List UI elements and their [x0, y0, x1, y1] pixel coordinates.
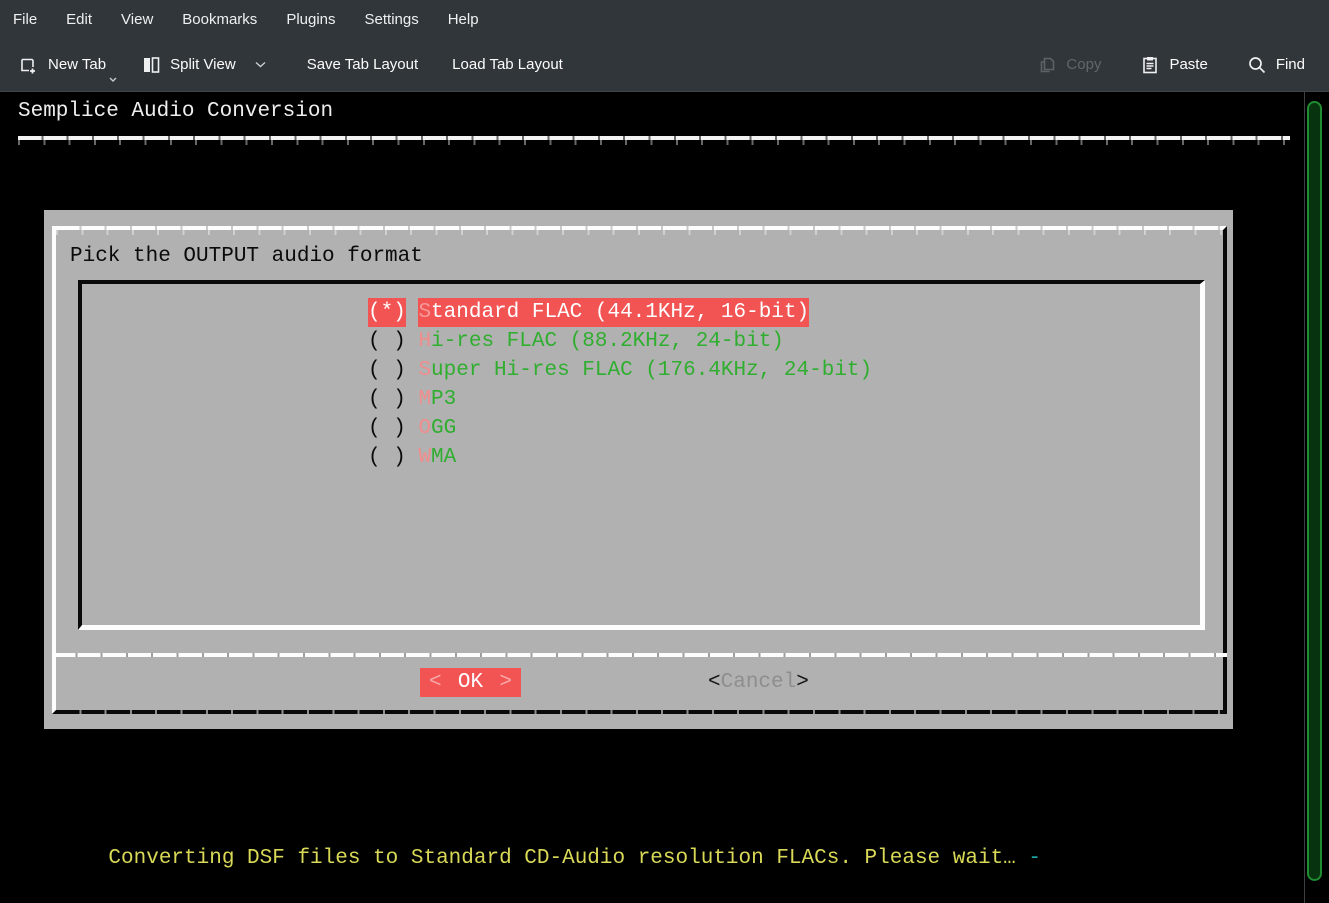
load-tab-layout-button[interactable]: Load Tab Layout [448, 45, 567, 85]
radio-state: ( ) [368, 327, 406, 356]
new-tab-label: New Tab [48, 56, 106, 73]
status-message: Converting DSF files to Standard CD-Audi… [108, 847, 1028, 870]
radio-state: (*) [368, 298, 406, 327]
backtitle-separator-ticks [18, 140, 1290, 145]
radio-option-wma[interactable]: ( ) WMA [368, 443, 872, 472]
radio-list: (*) Standard FLAC (44.1KHz, 16-bit) ( ) Hi… [78, 280, 1205, 630]
save-tab-layout-label: Save Tab Layout [307, 56, 418, 73]
paste-button[interactable]: Paste [1135, 45, 1211, 85]
radio-option-standard-flac[interactable]: (*) Standard FLAC (44.1KHz, 16-bit) [368, 298, 872, 327]
radiolist-dialog: Pick the OUTPUT audio format (*) Standard… [44, 210, 1233, 729]
ok-label: OK [458, 668, 483, 697]
radio-label: WMA [418, 443, 456, 472]
radio-rows: (*) Standard FLAC (44.1KHz, 16-bit) ( ) Hi… [368, 298, 872, 472]
menu-settings[interactable]: Settings [365, 11, 419, 28]
dialog-button-row: < OK > < Cancel > [44, 668, 1233, 697]
toolbar-right-group: Copy Paste Find [1032, 45, 1329, 85]
scrollbar-thumb[interactable] [1307, 101, 1322, 881]
status-line: Converting DSF files to Standard CD-Audi… [58, 815, 1041, 902]
split-view-icon [140, 54, 162, 76]
find-button[interactable]: Find [1242, 45, 1309, 85]
split-view-button[interactable]: Split View [136, 45, 271, 85]
cancel-button[interactable]: < Cancel > [708, 668, 809, 697]
terminal-view[interactable]: Semplice Audio Conversion Pick the OUTPU… [0, 92, 1329, 903]
paste-label: Paste [1169, 56, 1207, 73]
radio-label: Hi-res FLAC (88.2KHz, 24-bit) [418, 327, 783, 356]
radio-option-hires-flac[interactable]: ( ) Hi-res FLAC (88.2KHz, 24-bit) [368, 327, 872, 356]
dialog-border-top-ticks [56, 230, 1223, 235]
paste-icon [1139, 54, 1161, 76]
cancel-right-bracket: > [796, 668, 809, 697]
toolbar: New Tab Split View Save Tab Layout Load … [0, 38, 1329, 92]
radio-option-super-hires-flac[interactable]: ( ) Super Hi-res FLAC (176.4KHz, 24-bit) [368, 356, 872, 385]
copy-icon [1036, 54, 1058, 76]
load-tab-layout-label: Load Tab Layout [452, 56, 563, 73]
copy-button[interactable]: Copy [1032, 45, 1105, 85]
radio-label: Standard FLAC (44.1KHz, 16-bit) [418, 298, 809, 327]
split-view-label: Split View [170, 56, 236, 73]
menu-edit[interactable]: Edit [66, 11, 92, 28]
menu-view[interactable]: View [121, 11, 153, 28]
radio-state: ( ) [368, 443, 406, 472]
ok-right-bracket: > [499, 668, 512, 697]
radio-state: ( ) [368, 356, 406, 385]
dialog-backtitle: Semplice Audio Conversion [18, 97, 333, 126]
button-separator-line [52, 653, 1227, 657]
copy-label: Copy [1066, 56, 1101, 73]
menu-file[interactable]: File [13, 11, 37, 28]
chevron-down-icon[interactable] [108, 76, 118, 83]
find-label: Find [1276, 56, 1305, 73]
cancel-label: Cancel [721, 668, 797, 697]
radio-option-mp3[interactable]: ( ) MP3 [368, 385, 872, 414]
radio-label: OGG [418, 414, 456, 443]
save-tab-layout-button[interactable]: Save Tab Layout [303, 45, 422, 85]
radio-state: ( ) [368, 385, 406, 414]
scrollbar-track[interactable] [1304, 92, 1305, 903]
menu-help[interactable]: Help [448, 11, 479, 28]
new-tab-button[interactable]: New Tab [14, 45, 110, 85]
radio-option-ogg[interactable]: ( ) OGG [368, 414, 872, 443]
ok-left-bracket: < [429, 668, 442, 697]
chevron-down-icon[interactable] [254, 60, 267, 69]
menubar: File Edit View Bookmarks Plugins Setting… [0, 0, 1329, 38]
radio-label: Super Hi-res FLAC (176.4KHz, 24-bit) [418, 356, 872, 385]
cancel-left-bracket: < [708, 668, 721, 697]
search-icon [1246, 54, 1268, 76]
dialog-title: Pick the OUTPUT audio format [70, 242, 423, 271]
radio-label: MP3 [418, 385, 456, 414]
spinner-character: - [1028, 847, 1041, 870]
menu-plugins[interactable]: Plugins [286, 11, 335, 28]
dialog-border-bottom-gaps [56, 710, 1223, 714]
ok-button[interactable]: < OK > [420, 668, 521, 697]
new-tab-icon [18, 54, 40, 76]
menu-bookmarks[interactable]: Bookmarks [182, 11, 257, 28]
radio-state: ( ) [368, 414, 406, 443]
